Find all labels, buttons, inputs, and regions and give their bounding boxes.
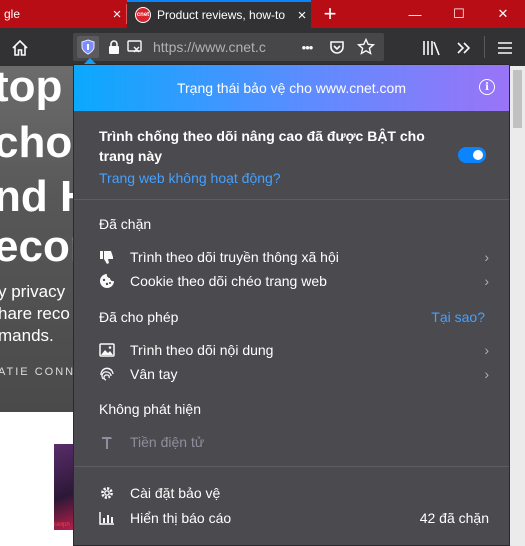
home-icon[interactable] (10, 38, 30, 58)
chevron-right-icon: › (484, 249, 489, 265)
site-not-working-link[interactable]: Trang web không hoạt động? (99, 170, 281, 186)
blocked-item-social[interactable]: Trình theo dõi truyền thông xã hội › (99, 246, 489, 268)
tab-title: Product reviews, how-to (157, 8, 286, 22)
tab-close-icon[interactable]: × (108, 6, 126, 23)
tab-active[interactable]: cnet Product reviews, how-to × (127, 0, 311, 28)
divider (74, 466, 509, 467)
blocked-count: 42 đã chặn (419, 510, 489, 526)
row-label: Trình theo dõi truyền thông xã hội (130, 249, 339, 265)
bookmark-star-icon[interactable] (356, 37, 376, 57)
not-detected-item-cryptominer: Tiền điện tử (99, 431, 489, 453)
protection-settings-button[interactable]: Cài đặt bảo vệ (99, 482, 489, 504)
hero-banner: top s cho, nd H ecor y privacy hare reco… (0, 66, 74, 412)
toggle-knob (473, 150, 483, 160)
url-bar[interactable]: https://www.cnet.c ••• (73, 33, 384, 61)
overflow-chevron-icon[interactable] (453, 38, 475, 58)
new-tab-button[interactable]: + (316, 0, 344, 28)
allowed-item-content[interactable]: Trình theo dõi nội dung › (99, 339, 489, 361)
blocked-section-heading: Đã chặn (99, 216, 152, 232)
panel-header-title: Trạng thái bảo vệ cho www.cnet.com (176, 80, 407, 96)
hamburger-menu-icon[interactable] (494, 38, 516, 58)
hero-subtext-line: y privacy (0, 282, 66, 301)
scrollbar-thumb[interactable] (513, 70, 522, 128)
cnet-favicon-icon: cnet (135, 7, 151, 23)
tab-title: gle (4, 7, 21, 21)
scrollbar-track[interactable] (510, 66, 525, 546)
blocked-item-cookies[interactable]: Cookie theo dõi chéo trang web › (99, 270, 489, 292)
hero-headline-line: nd H (0, 172, 74, 221)
hammer-icon (99, 434, 119, 450)
image-icon (99, 342, 119, 358)
row-label: Cài đặt bảo vệ (130, 485, 221, 501)
row-label: Cookie theo dõi chéo trang web (130, 273, 327, 289)
hero-headline-line: top s (0, 66, 74, 111)
lock-icon[interactable] (107, 39, 121, 55)
chevron-right-icon: › (484, 273, 489, 289)
info-icon[interactable]: i (479, 79, 495, 95)
thumbs-down-icon (99, 249, 119, 265)
tab-strip: gle × cnet Product reviews, how-to × + —… (0, 0, 525, 28)
tracking-protection-shield-icon[interactable] (77, 36, 99, 58)
maximize-button[interactable]: ☐ (437, 0, 481, 28)
row-label: Vân tay (130, 366, 178, 382)
show-report-button[interactable]: Hiển thị báo cáo 42 đã chặn (99, 507, 489, 529)
pocket-icon[interactable] (327, 38, 347, 56)
page-actions-icon[interactable]: ••• (295, 37, 319, 57)
navigation-toolbar: https://www.cnet.c ••• (0, 28, 525, 66)
gear-icon (99, 485, 119, 501)
close-window-button[interactable]: ✕ (481, 0, 525, 28)
panel-header: Trạng thái bảo vệ cho www.cnet.com i (74, 65, 509, 111)
hero-subtext-line: mands. (0, 326, 54, 345)
row-label: Tiền điện tử (130, 434, 205, 450)
protections-panel: Trạng thái bảo vệ cho www.cnet.com i Trì… (73, 64, 510, 546)
toolbar-separator (484, 36, 485, 58)
thumbnail-label: cellph (54, 522, 70, 528)
hero-subtext-line: hare reco (0, 304, 70, 323)
fingerprint-icon (99, 366, 119, 382)
allowed-item-fingerprint[interactable]: Vân tay › (99, 363, 489, 385)
minimize-button[interactable]: — (393, 0, 437, 28)
not-detected-section-heading: Không phát hiện (99, 401, 201, 417)
etp-status-text: Trình chống theo dõi nâng cao đã được BẬ… (99, 128, 425, 164)
chevron-right-icon: › (484, 366, 489, 382)
row-label: Trình theo dõi nội dung (130, 342, 274, 358)
hero-author: ATIE CONN (0, 366, 74, 378)
library-icon[interactable] (421, 38, 443, 58)
chevron-right-icon: › (484, 342, 489, 358)
article-thumbnail[interactable] (54, 444, 74, 530)
tab-inactive[interactable]: gle × (0, 0, 126, 28)
allowed-section-heading: Đã cho phép (99, 309, 179, 325)
hero-headline-line: ecor (0, 222, 74, 271)
why-link[interactable]: Tại sao? (431, 309, 485, 325)
bar-chart-icon (99, 510, 119, 526)
tab-close-icon[interactable]: × (293, 7, 311, 24)
divider (74, 199, 509, 200)
row-label: Hiển thị báo cáo (130, 510, 232, 526)
cookie-icon (99, 273, 119, 289)
permissions-icon[interactable] (127, 39, 145, 55)
hero-headline-line: cho, (0, 118, 74, 167)
etp-toggle-switch[interactable] (458, 147, 486, 163)
